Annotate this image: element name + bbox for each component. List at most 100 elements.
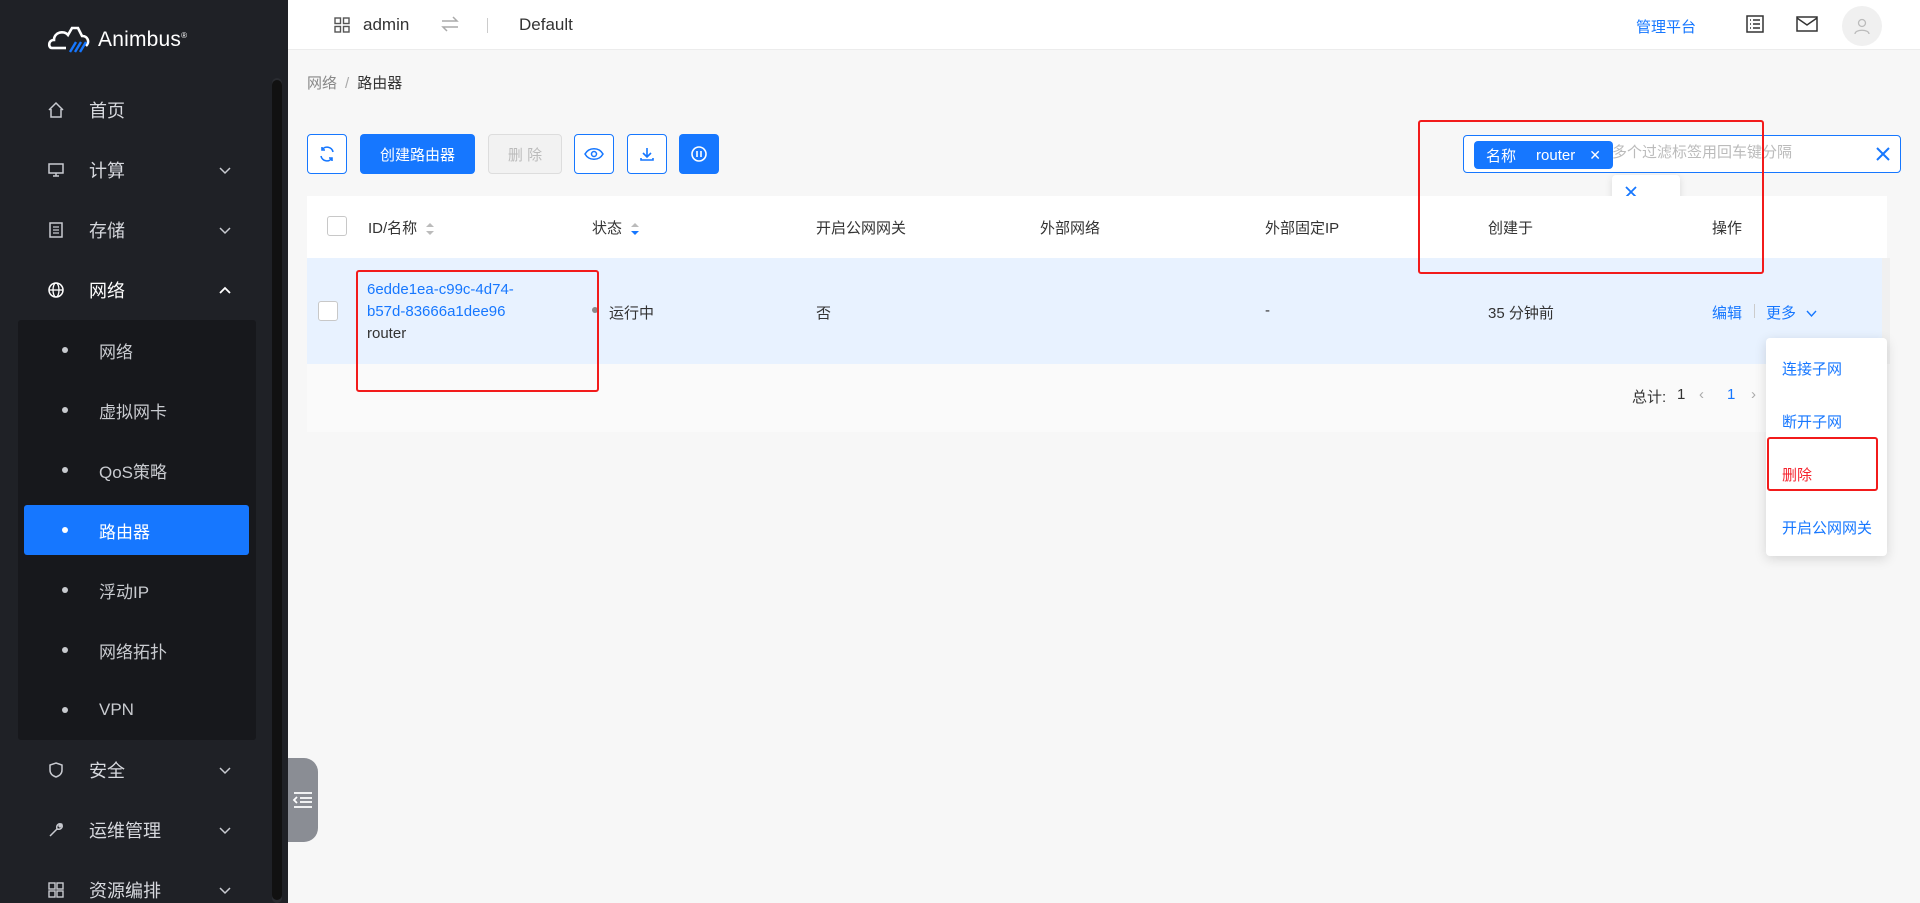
table-header: ID/名称 状态 开启公网网关 外部网络 外部固定IP 创建于 操作: [307, 196, 1887, 258]
user-icon: [1854, 18, 1870, 35]
sidebar-subitem-label: VPN: [99, 700, 134, 719]
delete-button[interactable]: 删 除: [488, 134, 562, 174]
router-created: 35 分钟前: [1488, 305, 1554, 322]
total-count: 1: [1677, 386, 1686, 403]
menu-item-delete[interactable]: 删除: [1782, 464, 1812, 485]
filter-tag[interactable]: 名称 router ✕: [1474, 141, 1613, 169]
collapse-menu-icon: [292, 792, 312, 808]
bullet-dot: [62, 707, 68, 713]
sidebar-item-security[interactable]: 安全: [0, 745, 260, 795]
sidebar-subitem-label: 网络: [99, 342, 133, 362]
sidebar-item-storage[interactable]: 存储: [0, 205, 260, 255]
sidebar-item-label: 存储: [89, 221, 125, 241]
router-name: router: [367, 325, 407, 342]
monitor-icon: [46, 160, 66, 180]
sidebar: Animbus® 首页 计算 存储 网络 网络 虚拟网卡 QoS策略 路由器 浮…: [0, 0, 288, 903]
router-status: 运行中: [609, 305, 655, 322]
switch-icon[interactable]: [440, 15, 460, 33]
row-checkbox[interactable]: [318, 301, 338, 321]
column-header-external-network: 外部网络: [1040, 220, 1101, 237]
chevron-up-icon: [219, 286, 231, 294]
sidebar-item-label: 安全: [89, 761, 125, 781]
refresh-icon: [320, 146, 334, 162]
apps-grid-icon[interactable]: [334, 17, 350, 33]
column-header-id-name[interactable]: ID/名称: [368, 217, 435, 238]
sidebar-item-home[interactable]: 首页: [0, 85, 260, 135]
sidebar-item-network[interactable]: 网络: [0, 265, 260, 315]
more-actions-dropdown: 连接子网 断开子网 删除 开启公网网关: [1766, 338, 1887, 556]
eye-icon: [584, 148, 604, 160]
select-all-checkbox[interactable]: [327, 216, 347, 236]
filter-tag-key: 名称: [1486, 147, 1517, 165]
admin-platform-link[interactable]: 管理平台: [1636, 16, 1696, 37]
next-page-icon[interactable]: ›: [1751, 386, 1756, 403]
sidebar-subitem-floating-ip[interactable]: 浮动IP: [24, 565, 249, 615]
download-icon: [640, 148, 654, 161]
list-doc-icon[interactable]: [1744, 13, 1766, 35]
column-header-status[interactable]: 状态: [592, 217, 640, 238]
divider: [1754, 304, 1755, 318]
sidebar-scrollbar[interactable]: [272, 80, 282, 900]
chevron-down-icon: [219, 767, 231, 775]
storage-icon: [46, 220, 66, 240]
sidebar-item-ops[interactable]: 运维管理: [0, 805, 260, 855]
view-columns-button[interactable]: [574, 134, 614, 174]
chevron-down-icon: [219, 227, 231, 235]
chevron-down-icon: [219, 167, 231, 175]
create-router-button[interactable]: 创建路由器: [360, 134, 475, 174]
chevron-down-icon: [219, 827, 231, 835]
sidebar-item-label: 网络: [89, 281, 125, 301]
breadcrumb-parent[interactable]: 网络: [307, 75, 337, 92]
router-id-line2[interactable]: b57d-83666a1dee96: [367, 303, 505, 320]
edit-link[interactable]: 编辑: [1712, 302, 1742, 323]
pause-refresh-button[interactable]: [679, 134, 719, 174]
column-header-created: 创建于: [1488, 220, 1534, 237]
mail-icon[interactable]: [1796, 13, 1818, 35]
sidebar-subitem-label: 虚拟网卡: [99, 402, 167, 422]
bullet-dot: [62, 587, 68, 593]
menu-item-enable-gateway[interactable]: 开启公网网关: [1782, 517, 1872, 538]
sidebar-subitem-qos[interactable]: QoS策略: [24, 445, 249, 495]
globe-icon: [46, 280, 66, 300]
sidebar-subitem-vpn[interactable]: VPN: [24, 685, 249, 735]
sidebar-subitem-label: 路由器: [99, 522, 150, 542]
sidebar-subitem-vnic[interactable]: 虚拟网卡: [24, 385, 249, 435]
sidebar-subitem-network[interactable]: 网络: [24, 325, 249, 375]
current-user[interactable]: admin: [363, 15, 409, 35]
bullet-dot: [62, 647, 68, 653]
sidebar-subitem-label: 浮动IP: [99, 582, 150, 602]
logo[interactable]: Animbus®: [46, 20, 187, 60]
menu-item-disconnect-subnet[interactable]: 断开子网: [1782, 411, 1842, 432]
more-actions-link[interactable]: 更多: [1766, 302, 1817, 323]
sidebar-collapse-button[interactable]: [288, 758, 318, 842]
download-button[interactable]: [627, 134, 667, 174]
topbar: admin Default 管理平台: [288, 0, 1920, 50]
brand-name: Animbus®: [98, 28, 188, 51]
router-id-line1[interactable]: 6edde1ea-c99c-4d74-: [367, 281, 514, 298]
shield-icon: [46, 760, 66, 780]
prev-page-icon[interactable]: ‹: [1699, 386, 1704, 403]
filter-tag-value: router: [1536, 146, 1576, 164]
cloud-logo-icon: [47, 26, 90, 53]
router-public-gateway: 否: [816, 305, 832, 322]
bullet-dot: [62, 347, 68, 353]
sidebar-item-orchestration[interactable]: 资源编排: [0, 865, 260, 903]
refresh-button[interactable]: [307, 134, 347, 174]
total-label: 总计:: [1632, 389, 1667, 406]
menu-item-connect-subnet[interactable]: 连接子网: [1782, 358, 1842, 379]
page-number[interactable]: 1: [1727, 386, 1735, 403]
avatar[interactable]: [1842, 6, 1882, 46]
breadcrumb-separator: /: [345, 75, 350, 92]
clear-search-icon[interactable]: [1874, 145, 1892, 163]
bullet-dot: [62, 467, 68, 473]
sidebar-item-label: 运维管理: [89, 821, 161, 841]
remove-tag-icon[interactable]: ✕: [1589, 147, 1601, 164]
sidebar-subitem-router[interactable]: 路由器: [24, 505, 249, 555]
filter-search-box[interactable]: 名称 router ✕: [1463, 135, 1901, 173]
table-footer: 总计: 1 ‹ 1 ›: [307, 364, 1887, 432]
current-project[interactable]: Default: [519, 15, 573, 35]
search-input[interactable]: [1612, 144, 1852, 161]
sidebar-subitem-topology[interactable]: 网络拓扑: [24, 625, 249, 675]
grid-icon: [46, 880, 66, 900]
sidebar-item-compute[interactable]: 计算: [0, 145, 260, 195]
